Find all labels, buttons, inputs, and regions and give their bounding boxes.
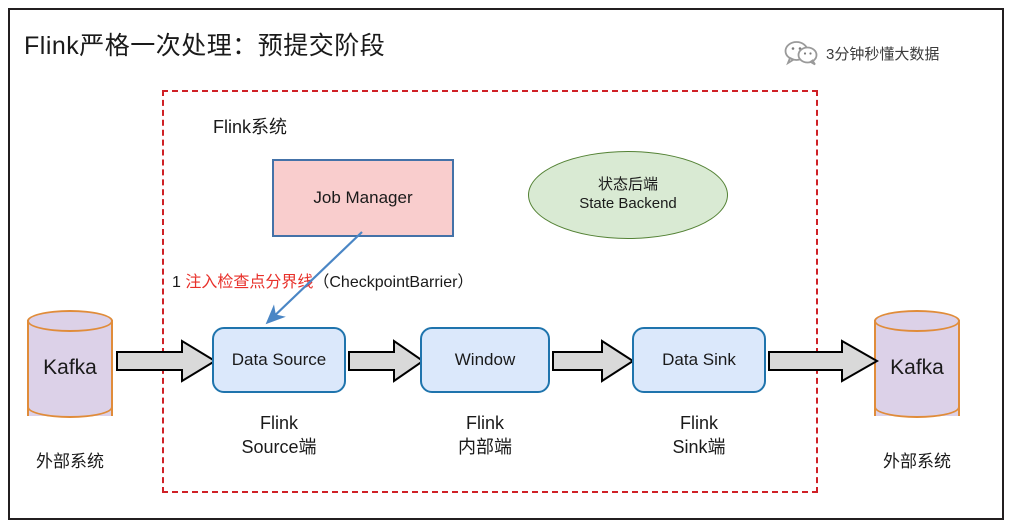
stage-label-window: Flink 内部端 [419,411,551,460]
diagram-canvas: Flink严格一次处理：预提交阶段 3分钟秒懂大数据 Flink系统 Job M… [0,0,1014,532]
data-sink-node[interactable]: Data Sink [632,327,766,393]
wechat-icon [784,40,818,66]
state-backend-node[interactable]: 状态后端 State Backend [528,151,728,239]
stage-label-source-line2: Source端 [241,437,317,458]
watermark: 3分钟秒懂大数据 [784,40,939,66]
state-backend-label-en: State Backend [579,195,677,212]
stage-label-source: Flink Source端 [209,411,349,460]
annotation-step-number: 1 [172,274,181,291]
external-system-label-left: 外部系统 [36,452,104,471]
window-node[interactable]: Window [420,327,550,393]
flink-system-label: Flink系统 [213,117,288,137]
stage-label-sink-line2: Sink端 [672,437,726,458]
data-sink-label: Data Sink [662,350,736,369]
stage-label-sink: Flink Sink端 [630,411,768,460]
page-title: Flink严格一次处理：预提交阶段 [24,32,386,60]
barrier-injection-arrow [240,228,370,338]
data-source-label: Data Source [231,350,327,369]
kafka-sink-cylinder[interactable]: Kafka [874,310,960,426]
watermark-text: 3分钟秒懂大数据 [826,45,940,63]
external-system-label-right: 外部系统 [883,452,951,471]
data-source-node[interactable]: Data Source [212,327,346,393]
stage-label-window-line1: Flink [465,413,504,433]
stage-label-window-line2: 内部端 [458,437,512,458]
flow-arrow-kafka-to-source [116,339,217,383]
state-backend-label-cn: 状态后端 [597,176,658,194]
kafka-sink-label: Kafka [890,356,944,379]
flow-arrow-window-to-sink [552,339,635,383]
flow-arrow-sink-to-kafka [768,339,880,383]
kafka-source-label: Kafka [43,356,97,379]
job-manager-label: Job Manager [313,188,413,207]
stage-label-source-line1: Flink [259,413,298,433]
job-manager-node[interactable]: Job Manager [272,159,454,237]
window-label: Window [454,350,516,369]
stage-label-sink-line1: Flink [679,413,718,433]
flow-arrow-source-to-window [348,339,425,383]
kafka-source-cylinder[interactable]: Kafka [27,310,113,426]
